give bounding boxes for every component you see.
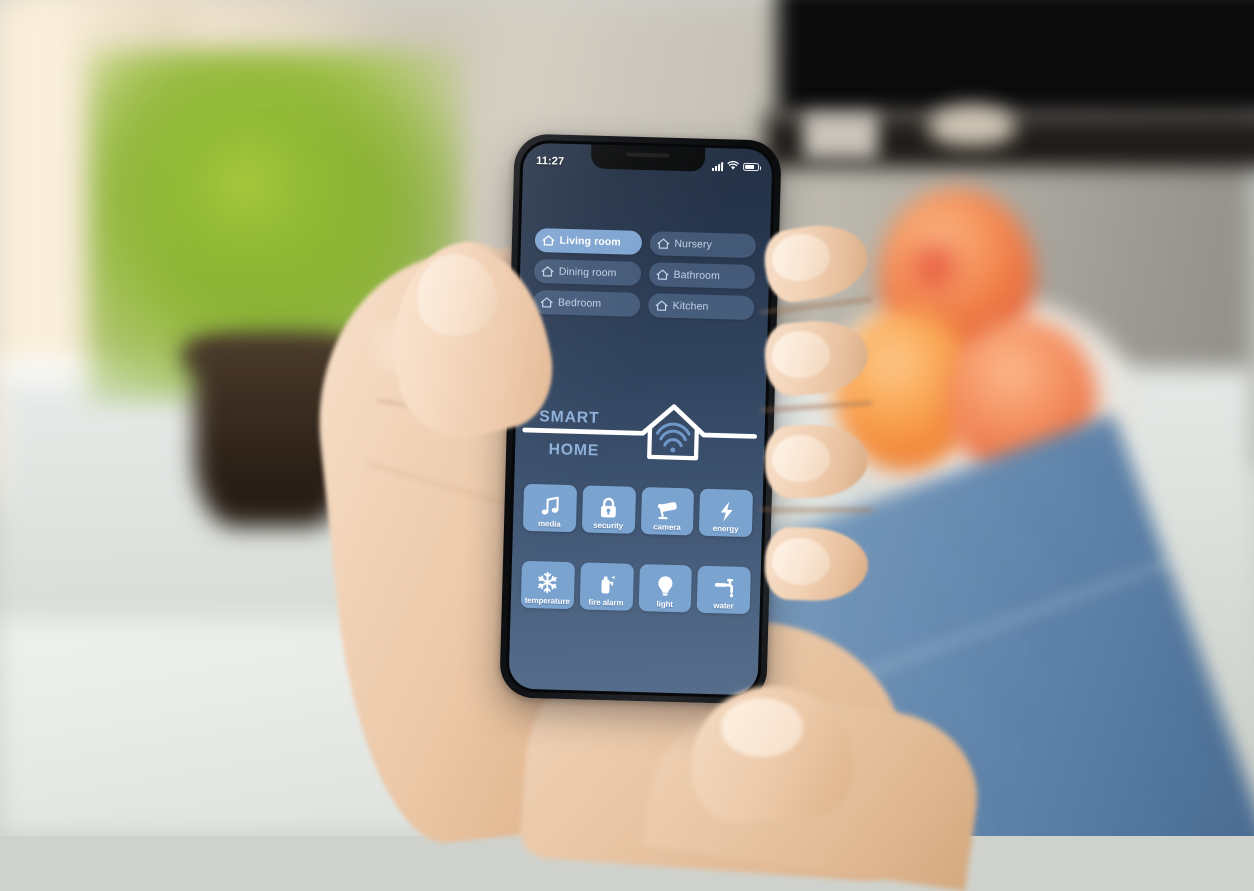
snowflake-icon: [535, 571, 560, 596]
light-bulb-icon: [653, 574, 678, 599]
finger-separation: [762, 299, 870, 315]
tile-label: water: [712, 601, 734, 611]
fire-extinguisher-icon: [594, 572, 619, 597]
status-time: 11:27: [535, 155, 564, 168]
finger-separation: [762, 509, 871, 512]
smartphone: 11:27 Living room Nursery Dining room Ba…: [498, 133, 782, 706]
lightning-bolt-icon: [713, 499, 738, 524]
room-button-nursery[interactable]: Nursery: [648, 230, 757, 258]
tile-camera[interactable]: camera: [639, 487, 694, 537]
tile-water[interactable]: water: [696, 565, 751, 615]
tile-label: light: [656, 599, 673, 609]
room-button-dining-room[interactable]: Dining room: [533, 258, 641, 286]
room-button-bedroom[interactable]: Bedroom: [532, 289, 640, 317]
status-bar: 11:27: [522, 143, 772, 180]
tile-temperature[interactable]: temperature: [520, 560, 575, 610]
tile-label: temperature: [524, 595, 570, 607]
tile-label: fire alarm: [587, 597, 624, 608]
faucet-icon: [711, 576, 736, 601]
signal-icon: [711, 161, 723, 171]
phone-screen[interactable]: 11:27 Living room Nursery Dining room Ba…: [508, 142, 773, 696]
app-tiles-row-1: media security camera energy: [522, 484, 753, 538]
padlock-icon: [596, 496, 621, 521]
status-icon-group: [711, 157, 759, 176]
room-label: Bathroom: [673, 268, 720, 282]
house-icon: [541, 234, 554, 246]
room-label: Kitchen: [672, 299, 709, 313]
room-button-living-room[interactable]: Living room: [533, 227, 642, 255]
room-label: Dining room: [558, 265, 617, 280]
tile-security[interactable]: security: [581, 485, 636, 535]
tile-media[interactable]: media: [522, 484, 577, 533]
battery-icon: [742, 162, 759, 172]
tile-fire-alarm[interactable]: fire alarm: [579, 562, 634, 611]
finger-separation: [762, 402, 871, 413]
room-button-kitchen[interactable]: Kitchen: [647, 292, 755, 320]
house-icon: [540, 265, 553, 277]
house-icon: [539, 296, 552, 308]
logo-line-1: SMART: [539, 408, 600, 427]
tile-label: energy: [712, 524, 739, 535]
tile-label: security: [592, 521, 623, 532]
tile-energy[interactable]: energy: [698, 489, 753, 538]
room-selector-grid: Living room Nursery Dining room Bathroom…: [532, 227, 757, 320]
wifi-icon: [727, 157, 739, 175]
tile-label: media: [537, 519, 561, 530]
room-label: Nursery: [673, 237, 712, 251]
room-button-bathroom[interactable]: Bathroom: [647, 261, 756, 289]
room-label: Bedroom: [557, 296, 601, 310]
tile-light[interactable]: light: [637, 564, 692, 613]
logo-line-2: HOME: [548, 441, 599, 459]
tile-label: camera: [652, 522, 681, 533]
app-tiles-row-2: temperature fire alarm light water: [520, 560, 751, 615]
phone-bezel: 11:27 Living room Nursery Dining room Ba…: [504, 139, 776, 699]
smart-home-logo: SMART HOME: [522, 391, 758, 474]
room-label: Living room: [559, 234, 621, 249]
cctv-camera-icon: [655, 497, 680, 522]
music-note-icon: [537, 494, 562, 519]
house-icon: [654, 299, 667, 311]
house-icon: [656, 237, 669, 249]
house-icon: [655, 268, 668, 280]
